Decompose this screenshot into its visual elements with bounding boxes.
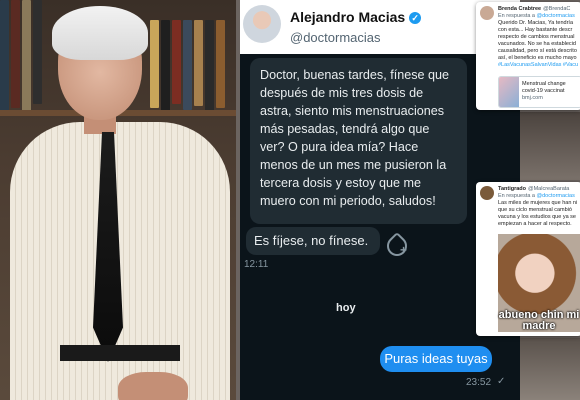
background (520, 112, 580, 180)
background (520, 338, 580, 400)
tweet-card[interactable]: Tantigrado @MalcreaBarata En respuesta a … (476, 182, 580, 336)
profile-handle: @doctormacias (290, 30, 381, 45)
link-preview[interactable]: Menstrual change covid-19 vaccinat bmj.c… (498, 76, 580, 108)
tweet-card[interactable]: Brenda Crabtree @BrendaC En respuesta a @… (476, 2, 580, 110)
avatar[interactable] (243, 5, 281, 43)
preview-thumbnail (499, 77, 519, 107)
hashtag-link[interactable]: #LasVacunasSalvanVidas #Vacu (498, 62, 580, 69)
mention-link[interactable]: @doctormacias (537, 193, 575, 199)
preview-title: Menstrual change (522, 81, 566, 87)
timestamp: 12:11 (244, 259, 269, 270)
profile-name: Alejandro Macias ✓ (290, 9, 422, 25)
avatar[interactable] (480, 186, 494, 200)
reply-context: En respuesta a @doctormacias (498, 13, 575, 19)
bookshelf (0, 0, 42, 112)
day-separator: hoy (336, 302, 356, 314)
outgoing-message: Puras ideas tuyas (380, 346, 492, 372)
plus-icon: + (400, 243, 408, 257)
meme-caption: abueno chin mi madre (498, 309, 580, 332)
timestamp: 23:52 (466, 377, 492, 388)
tweet-author: Brenda Crabtree @BrendaC (498, 6, 571, 12)
mention-link[interactable]: @doctormacias (537, 13, 575, 19)
avatar[interactable] (480, 6, 494, 20)
tweet-text: Las miles de mujeres que han ni que su c… (498, 200, 578, 227)
preview-subtitle: covid-19 vaccinat (522, 88, 565, 94)
tweet-author: Tantigrado @MalcreaBarata (498, 186, 570, 192)
read-ticks-icon: ✓ (497, 376, 506, 387)
preview-domain: bmj.com (522, 95, 543, 101)
reply-message: Es fíjese, no fínese. (246, 227, 380, 255)
doctor-photo (0, 0, 236, 400)
incoming-message: Doctor, buenas tardes, fínese que despué… (250, 58, 467, 224)
reply-context: En respuesta a @doctormacias (498, 193, 575, 199)
tweet-text: Querido Dr. Macias, Ya tendría con esta.… (498, 20, 580, 69)
verified-badge-icon: ✓ (409, 12, 422, 24)
